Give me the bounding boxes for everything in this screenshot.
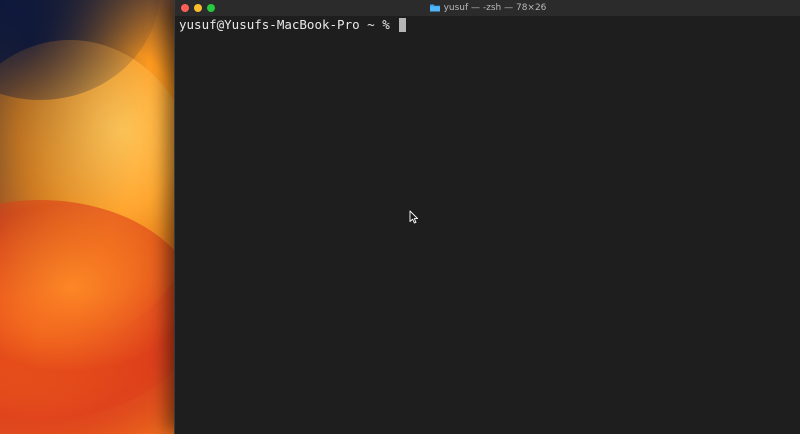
mouse-pointer-icon [409, 210, 419, 224]
text-cursor [399, 18, 407, 32]
wallpaper-wave [0, 200, 200, 420]
window-title: yusuf — -zsh — 78×26 [175, 0, 800, 16]
terminal-content[interactable]: yusuf@Yusufs-MacBook-Pro ~ % [175, 16, 800, 434]
window-title-text: yusuf — -zsh — 78×26 [443, 3, 547, 13]
wallpaper-wave [0, 40, 200, 340]
terminal-window[interactable]: yusuf — -zsh — 78×26 yusuf@Yusufs-MacBoo… [174, 0, 800, 434]
wallpaper-wave [0, 0, 160, 100]
window-titlebar[interactable]: yusuf — -zsh — 78×26 [175, 0, 800, 17]
prompt-line[interactable]: yusuf@Yusufs-MacBook-Pro ~ % [179, 17, 407, 33]
shell-prompt: yusuf@Yusufs-MacBook-Pro ~ % [179, 17, 398, 32]
folder-icon [429, 4, 440, 12]
